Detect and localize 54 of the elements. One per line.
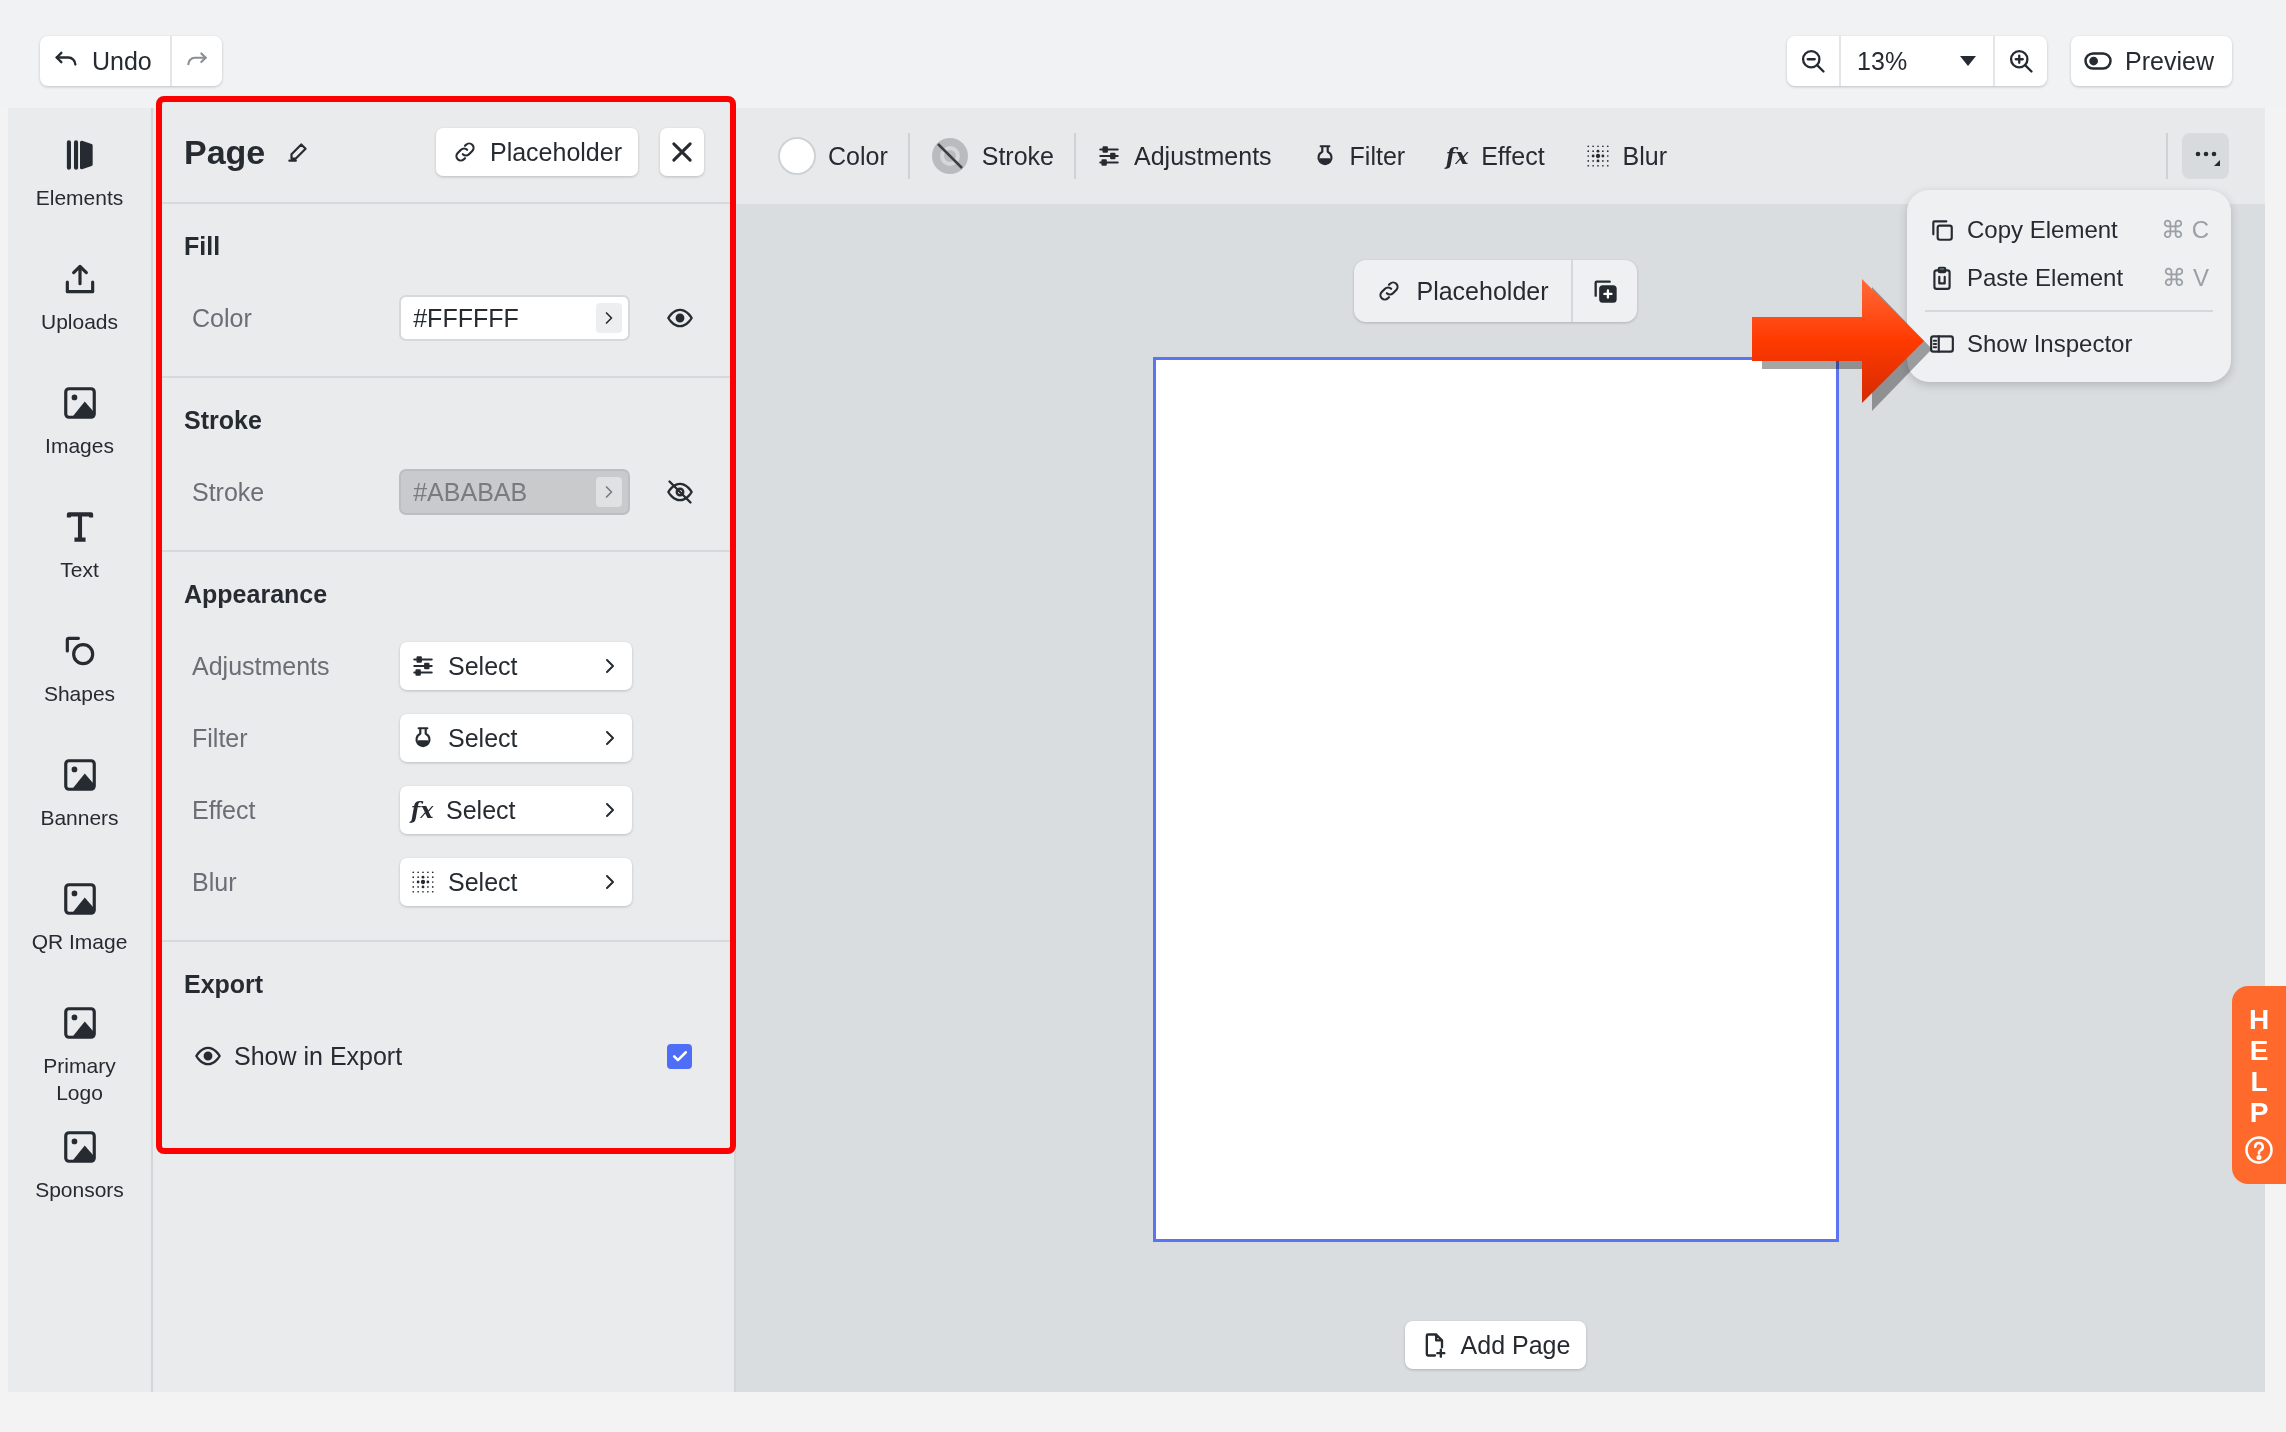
sidebar-item[interactable]: Elements (8, 130, 151, 254)
menu-item[interactable]: Paste Element ⌘ V (1925, 254, 2213, 302)
field-label: Blur (191, 867, 238, 897)
sliders-icon (410, 653, 436, 679)
panel-title: Page (184, 132, 266, 172)
toolbar-button[interactable]: fx Effect (1425, 126, 1565, 186)
section-heading: Appearance (184, 580, 329, 608)
zoom-in-icon (2007, 47, 2036, 75)
select-button[interactable]: Select (400, 714, 632, 762)
checkbox-label: Show in Export (234, 1041, 403, 1071)
swatch-icon (778, 137, 816, 175)
sidebar-item[interactable]: Sponsors (8, 1122, 151, 1246)
copy-icon (1929, 217, 1955, 243)
field-label: Stroke (191, 477, 266, 507)
section-heading: Stroke (184, 406, 263, 434)
field-label: Color (191, 303, 253, 333)
preview-button[interactable]: Preview (2071, 36, 2232, 86)
select-button[interactable]: Select (400, 642, 632, 690)
field-label: Effect (191, 795, 257, 825)
field-label: Filter (191, 723, 249, 753)
menu-item[interactable]: Show Inspector (1925, 320, 2213, 368)
toolbar-button[interactable]: Stroke (909, 126, 1074, 186)
dots-grid-icon (410, 869, 436, 895)
caret-icon (1959, 55, 1978, 67)
sidebar-item[interactable]: Uploads (8, 254, 151, 378)
help-icon (2244, 1134, 2274, 1165)
more-button[interactable] (2182, 133, 2229, 179)
sidebar-item[interactable]: Text (8, 502, 151, 626)
placeholder-button[interactable]: Placeholder (435, 128, 638, 176)
menu-item[interactable]: Copy Element ⌘ C (1925, 206, 2213, 254)
sidebar-item[interactable]: Banners (8, 750, 151, 874)
sidebar-item[interactable]: Shapes (8, 626, 151, 750)
fx-icon: fx (410, 797, 434, 823)
select-button[interactable]: Select (400, 858, 632, 906)
fx-icon: fx (1445, 143, 1470, 169)
checkbox[interactable] (667, 1043, 692, 1069)
close-button[interactable] (660, 128, 704, 176)
section-heading: Fill (184, 232, 222, 260)
sidebar-item[interactable]: Primary Logo (8, 998, 151, 1122)
add-page-button[interactable]: Add Page (1404, 1321, 1587, 1369)
zoom-out-icon (1799, 47, 1828, 75)
toolbar-button[interactable]: Filter (1291, 126, 1426, 186)
toolbar-button[interactable]: Blur (1564, 126, 1688, 186)
no-stroke-icon (929, 136, 970, 176)
sliders-icon (1096, 143, 1122, 169)
toolbar-button[interactable]: Color (758, 126, 908, 186)
select-button[interactable]: fx Select (400, 786, 632, 834)
toolbar-button[interactable]: Adjustments (1076, 126, 1292, 186)
section-heading: Export (184, 970, 265, 998)
color-field[interactable]: #FFFFFF (399, 295, 631, 341)
sidebar-item[interactable]: Images (8, 378, 151, 502)
sidebar-item[interactable]: QR Image (8, 874, 151, 998)
dots-grid-icon (1584, 143, 1611, 169)
field-label: Adjustments (191, 651, 331, 681)
